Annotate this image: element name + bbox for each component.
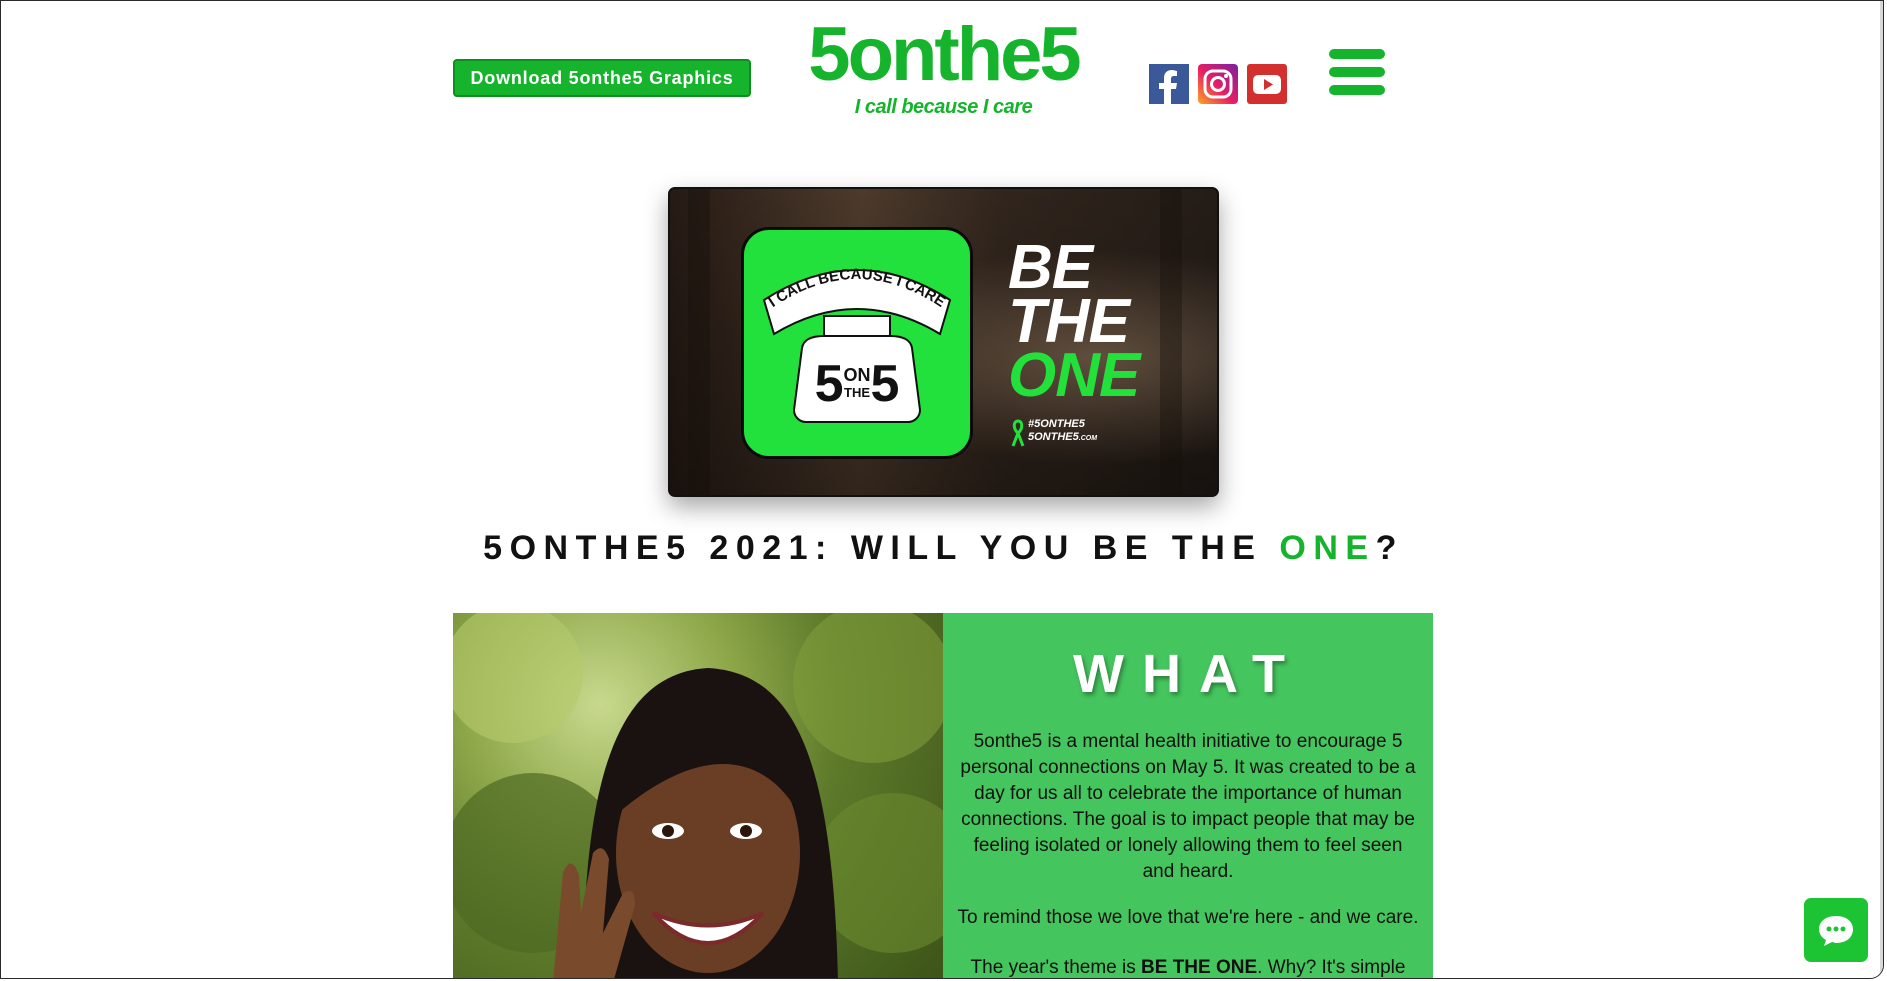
icon-logo-5on5: 5 ON THE 5 [814,355,900,413]
phone-app-icon: I CALL BECAUSE I CARE 5 ON THE 5 [741,227,973,459]
instagram-icon[interactable] [1198,64,1238,104]
what-paragraph-3: The year's theme is BE THE ONE. Why? It'… [970,957,1406,978]
site-tagline: I call because I care [854,96,1033,118]
facebook-icon[interactable] [1149,64,1189,104]
page-edge [1880,1,1883,978]
page-headline: 5onthe5 2021: Will you be the ONE? [483,529,1404,567]
hero-column [1160,189,1182,495]
what-paragraph-1: 5onthe5 is a mental health initiative to… [960,731,1416,882]
hero-hashtag: #5ONTHE5 5ONTHE5.COM [1028,418,1098,443]
what-heading: WHAT [1073,644,1303,704]
what-section-panel: WHAT 5onthe5 is a mental health initiati… [943,613,1433,978]
hero-column [688,189,710,495]
chat-bubble-icon [1819,916,1853,946]
hero-banner-image: I CALL BECAUSE I CARE 5 ON THE 5 BE THE ONE… [668,187,1219,497]
what-paragraph-2: To remind those we love that we're here … [957,907,1419,928]
hamburger-menu-icon[interactable] [1329,49,1385,97]
be-the-one-text: BE THE ONE [1008,233,1140,410]
site-logo-title[interactable]: 5onthe5 [801,11,1086,99]
ribbon-icon [1011,419,1025,447]
page: Download 5onthe5 Graphics 5onthe5 I call… [0,0,1884,979]
chat-button[interactable] [1804,898,1868,962]
youtube-icon[interactable] [1247,64,1287,104]
founder-photo [453,613,943,978]
download-graphics-button[interactable]: Download 5onthe5 Graphics [453,59,751,97]
